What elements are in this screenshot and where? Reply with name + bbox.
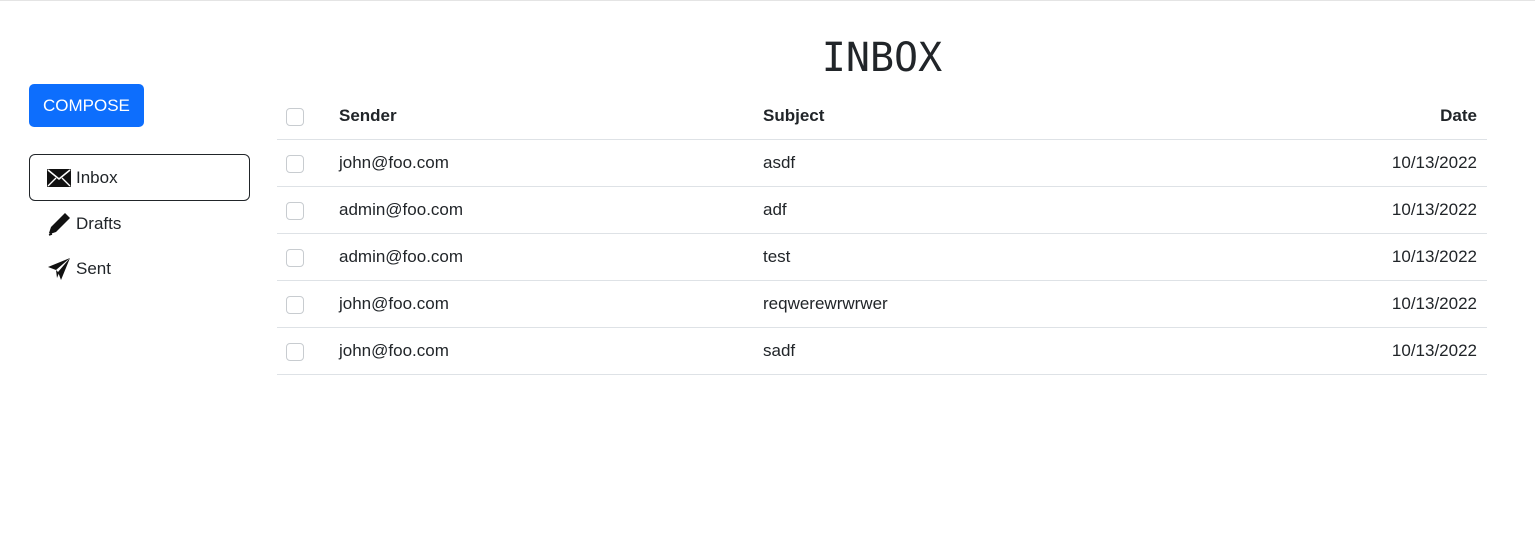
- column-header-date[interactable]: Date: [1177, 93, 1487, 140]
- sidebar-item-inbox[interactable]: Inbox: [29, 154, 250, 201]
- row-subject: sadf: [763, 327, 1177, 375]
- row-date: 10/13/2022: [1177, 327, 1487, 375]
- row-sender: john@foo.com: [339, 327, 763, 375]
- row-sender: john@foo.com: [339, 280, 763, 328]
- table-row[interactable]: john@foo.com asdf 10/13/2022: [277, 139, 1487, 187]
- row-date: 10/13/2022: [1177, 233, 1487, 281]
- row-checkbox[interactable]: [286, 248, 304, 267]
- row-checkbox[interactable]: [286, 342, 304, 361]
- sidebar: COMPOSE Inbox Drafts Sent: [29, 84, 250, 291]
- row-subject: asdf: [763, 139, 1177, 187]
- mailbox-nav: Inbox Drafts Sent: [29, 154, 250, 291]
- envelope-icon: [47, 166, 71, 190]
- table-row[interactable]: admin@foo.com adf 10/13/2022: [277, 186, 1487, 234]
- row-sender: admin@foo.com: [339, 233, 763, 281]
- row-subject: reqwerewrwrwer: [763, 280, 1177, 328]
- sidebar-item-drafts[interactable]: Drafts: [29, 201, 250, 246]
- table-header-row: Sender Subject Date: [277, 93, 1487, 140]
- select-all-checkbox[interactable]: [286, 107, 304, 126]
- row-subject: adf: [763, 186, 1177, 234]
- row-date: 10/13/2022: [1177, 139, 1487, 187]
- row-checkbox[interactable]: [286, 201, 304, 220]
- page-title: INBOX: [821, 35, 943, 81]
- pencil-icon: [47, 212, 71, 236]
- top-border: [0, 0, 1535, 1]
- sidebar-item-label: Sent: [76, 258, 111, 278]
- paper-plane-icon: [47, 257, 71, 281]
- sidebar-item-label: Drafts: [76, 213, 122, 233]
- sidebar-item-label: Inbox: [76, 167, 118, 187]
- row-checkbox[interactable]: [286, 295, 304, 314]
- column-header-subject[interactable]: Subject: [763, 93, 1177, 140]
- compose-button[interactable]: COMPOSE: [29, 84, 144, 127]
- message-table: Sender Subject Date john@foo.com asdf 10…: [277, 93, 1487, 375]
- column-header-sender[interactable]: Sender: [339, 93, 763, 140]
- sidebar-item-sent[interactable]: Sent: [29, 246, 250, 291]
- row-subject: test: [763, 233, 1177, 281]
- table-row[interactable]: john@foo.com reqwerewrwrwer 10/13/2022: [277, 280, 1487, 328]
- row-date: 10/13/2022: [1177, 186, 1487, 234]
- row-checkbox[interactable]: [286, 154, 304, 173]
- row-date: 10/13/2022: [1177, 280, 1487, 328]
- table-row[interactable]: john@foo.com sadf 10/13/2022: [277, 327, 1487, 375]
- table-row[interactable]: admin@foo.com test 10/13/2022: [277, 233, 1487, 281]
- row-sender: admin@foo.com: [339, 186, 763, 234]
- row-sender: john@foo.com: [339, 139, 763, 187]
